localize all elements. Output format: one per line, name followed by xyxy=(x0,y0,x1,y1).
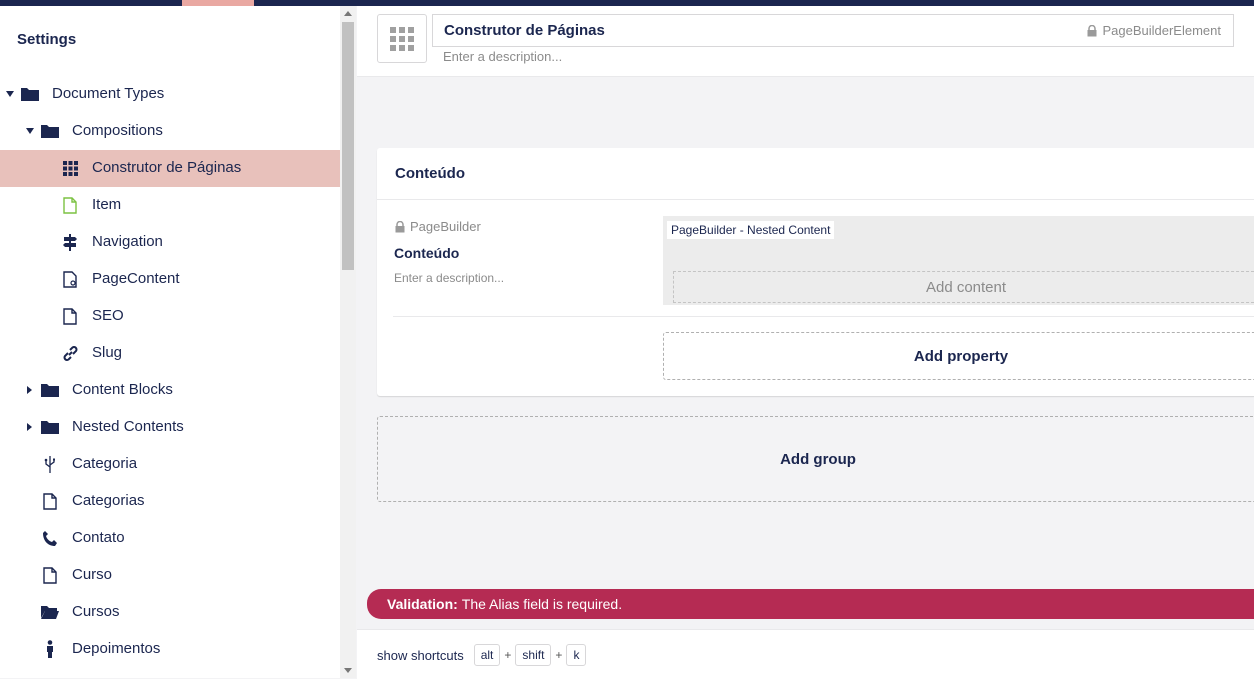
shortcuts-hint[interactable]: show shortcuts alt + shift + k xyxy=(377,644,590,666)
link-icon xyxy=(60,343,80,363)
sidebar-item-label: PageContent xyxy=(92,270,180,287)
document-icon xyxy=(60,195,80,215)
person-icon xyxy=(40,639,60,659)
sidebar-item-label: Nested Contents xyxy=(72,418,184,435)
group-divider xyxy=(377,199,1254,200)
sidebar-item-label: SEO xyxy=(92,307,124,324)
sidebar-item-label: Contato xyxy=(72,529,125,546)
sidebar-item[interactable]: Cursos xyxy=(0,594,340,631)
sidebar-item[interactable]: Document Types xyxy=(0,76,340,113)
document-icon xyxy=(40,491,60,511)
validation-message: The Alias field is required. xyxy=(461,596,623,612)
sidebar-item-label: Document Types xyxy=(52,85,165,102)
key-k: k xyxy=(566,644,587,666)
group-title[interactable]: Conteúdo xyxy=(395,165,465,182)
scrollbar-thumb[interactable] xyxy=(342,22,354,270)
sidebar: Settings Document Types Compositions Const… xyxy=(0,6,340,678)
property-editor-tag: PageBuilder - Nested Content xyxy=(667,221,835,239)
folder-icon xyxy=(40,417,60,437)
alias-text: PageBuilderElement xyxy=(1102,23,1221,38)
key-alt: alt xyxy=(473,644,501,666)
folder-icon xyxy=(40,121,60,141)
usb-icon xyxy=(40,454,60,474)
folder-open-icon xyxy=(40,602,60,622)
lock-icon[interactable] xyxy=(1087,24,1097,37)
sidebar-item-label: Cursos xyxy=(72,603,120,620)
sidebar-item[interactable]: Navigation xyxy=(0,224,340,261)
sidebar-item[interactable]: SEO xyxy=(0,298,340,335)
description-input[interactable]: Enter a description... xyxy=(443,49,562,64)
sidebar-item[interactable]: Nested Contents xyxy=(0,409,340,446)
grid-icon xyxy=(390,26,414,51)
sidebar-item[interactable]: Slug xyxy=(0,335,340,372)
sidebar-item-label: Navigation xyxy=(92,233,163,250)
editor-header: Construtor de Páginas PageBuilderElement… xyxy=(357,6,1254,77)
document-settings-icon xyxy=(60,269,80,289)
sidebar-item[interactable]: Compositions xyxy=(0,113,340,150)
caret-right-icon[interactable] xyxy=(27,423,32,431)
sidebar-item[interactable]: Item xyxy=(0,187,340,224)
grid-icon xyxy=(60,158,80,178)
property-alias-text: PageBuilder xyxy=(410,219,481,234)
caret-right-icon[interactable] xyxy=(27,386,32,394)
sidebar-item[interactable]: Construtor de Páginas xyxy=(0,150,340,187)
sidebar-item[interactable]: Curso xyxy=(0,557,340,594)
sidebar-item[interactable]: Categoria xyxy=(0,446,340,483)
sidebar-item-label: Item xyxy=(92,196,122,213)
scroll-down-arrow[interactable] xyxy=(344,668,352,673)
sidebar-item-label: Categoria xyxy=(72,455,138,472)
scroll-up-arrow[interactable] xyxy=(344,11,352,16)
property-editor-preview[interactable]: PageBuilder - Nested Content Add content xyxy=(663,216,1254,305)
document-icon xyxy=(40,565,60,585)
folder-icon xyxy=(20,84,40,104)
sidebar-item-label: Curso xyxy=(72,566,113,583)
property-description[interactable]: Enter a description... xyxy=(394,271,504,285)
sidebar-item-label: Compositions xyxy=(72,122,163,139)
document-icon xyxy=(60,306,80,326)
sidebar-item[interactable]: PageContent xyxy=(0,261,340,298)
sidebar-scrollbar[interactable] xyxy=(340,6,356,678)
plus-sign: + xyxy=(504,648,512,662)
sidebar-item-label: Categorias xyxy=(72,492,145,509)
add-content-button[interactable]: Add content xyxy=(673,271,1254,303)
sidebar-item[interactable]: Contato xyxy=(0,520,340,557)
sidebar-item[interactable]: Content Blocks xyxy=(0,372,340,409)
sidebar-item-label: Slug xyxy=(92,344,123,361)
sidebar-item-label: Content Blocks xyxy=(72,381,173,398)
property-group-panel: Conteúdo PageBuilder Conteúdo Enter a de… xyxy=(377,148,1254,396)
key-shift: shift xyxy=(515,644,552,666)
caret-down-icon[interactable] xyxy=(6,91,14,97)
folder-icon xyxy=(40,380,60,400)
sidebar-item[interactable]: Depoimentos xyxy=(0,631,340,668)
plus-sign: + xyxy=(555,648,563,662)
document-type-name: Construtor de Páginas xyxy=(444,22,605,39)
sidebar-item-label: Depoimentos xyxy=(72,640,161,657)
add-group-button[interactable]: Add group xyxy=(377,416,1254,502)
add-property-button[interactable]: Add property xyxy=(663,332,1254,380)
editor-footer: show shortcuts alt + shift + k xyxy=(357,629,1254,679)
validation-label: Validation: xyxy=(387,596,458,612)
caret-down-icon[interactable] xyxy=(26,128,34,134)
document-type-name-input[interactable]: Construtor de Páginas PageBuilderElement xyxy=(432,14,1234,47)
sidebar-item-label: Construtor de Páginas xyxy=(92,159,242,176)
phone-icon xyxy=(40,528,60,548)
document-types-tree: Document Types Compositions Construtor de … xyxy=(0,76,340,668)
property-name[interactable]: Conteúdo xyxy=(394,245,459,261)
property-divider xyxy=(393,316,1254,317)
sidebar-item[interactable]: Categorias xyxy=(0,483,340,520)
lock-icon xyxy=(395,220,405,232)
sidebar-title: Settings xyxy=(17,31,77,48)
shortcuts-label: show shortcuts xyxy=(377,647,464,663)
alias-field[interactable]: PageBuilderElement xyxy=(1087,23,1221,38)
document-type-icon-picker[interactable] xyxy=(377,14,427,63)
signpost-icon xyxy=(60,232,80,252)
property-alias: PageBuilder xyxy=(395,219,481,234)
validation-notification[interactable]: Validation: The Alias field is required. xyxy=(367,589,1254,619)
